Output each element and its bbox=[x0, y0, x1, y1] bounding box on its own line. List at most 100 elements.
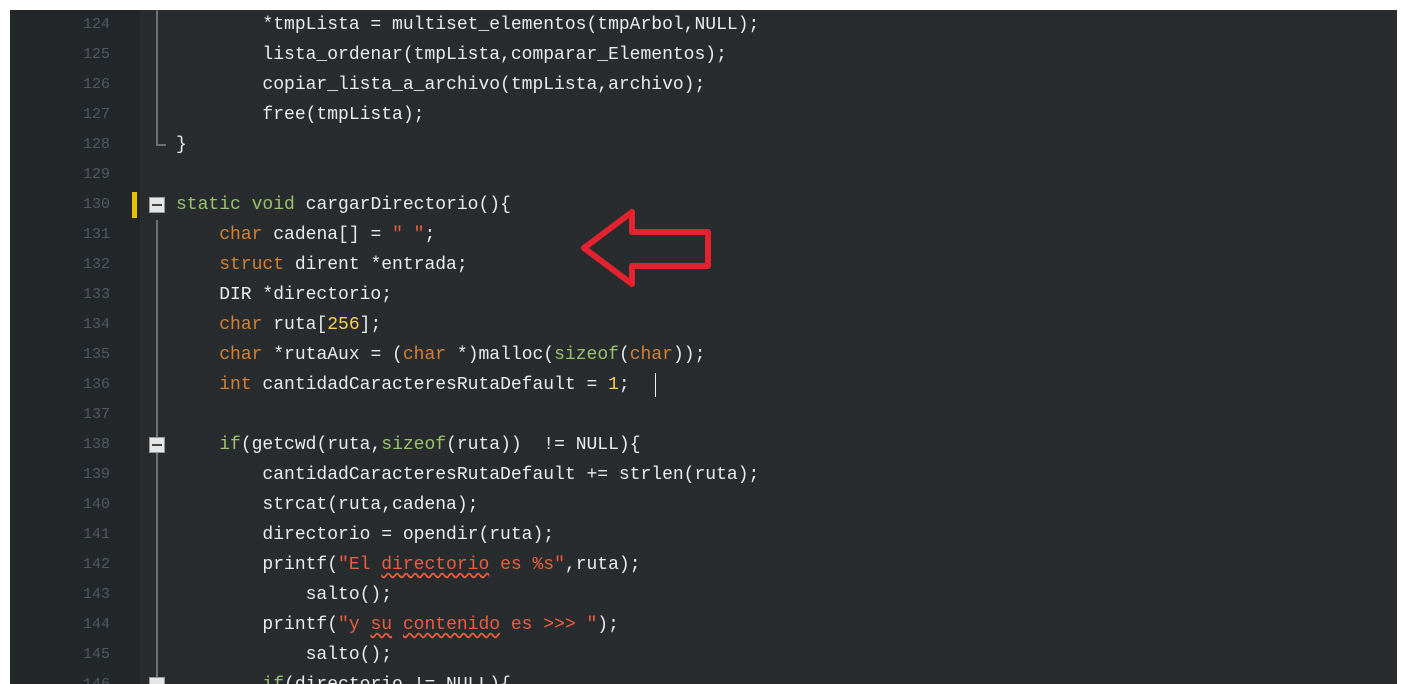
code-token: char bbox=[219, 315, 263, 335]
minus-square-icon[interactable] bbox=[149, 197, 165, 213]
code-token: sizeof bbox=[381, 435, 447, 455]
code-token: dirent *entrada; bbox=[284, 255, 468, 275]
line-number: 133 bbox=[82, 286, 110, 303]
code-token: ( bbox=[618, 345, 630, 365]
code-line[interactable]: 139 cantidadCaracteresRutaDefault += str… bbox=[10, 460, 1397, 490]
line-number: 135 bbox=[82, 346, 110, 363]
code-token: cadena[] = bbox=[262, 225, 393, 245]
code-line[interactable]: 145 salto(); bbox=[10, 640, 1397, 670]
code-line[interactable]: 135 char *rutaAux = (char *)malloc(sizeo… bbox=[10, 340, 1397, 370]
code-text[interactable]: char cadena[] = " "; bbox=[176, 220, 435, 250]
code-token: (getcwd(ruta, bbox=[240, 435, 382, 455]
code-token: directorio = opendir(ruta); bbox=[176, 525, 555, 545]
code-token: free(tmpLista); bbox=[176, 105, 425, 125]
code-line[interactable]: 146 if(directorio != NULL){ bbox=[10, 670, 1397, 684]
code-token: strcat(ruta,cadena); bbox=[176, 495, 479, 515]
code-token: " " bbox=[392, 225, 425, 245]
code-line[interactable]: 124 *tmpLista = multiset_elementos(tmpAr… bbox=[10, 10, 1397, 40]
code-line[interactable]: 140 strcat(ruta,cadena); bbox=[10, 490, 1397, 520]
code-token: "y bbox=[338, 615, 371, 635]
code-line[interactable]: 134 char ruta[256]; bbox=[10, 310, 1397, 340]
code-text[interactable]: *tmpLista = multiset_elementos(tmpArbol,… bbox=[176, 10, 759, 40]
code-text[interactable]: free(tmpLista); bbox=[176, 100, 424, 130]
code-token: ruta[ bbox=[262, 315, 328, 335]
line-number: 142 bbox=[82, 556, 110, 573]
code-text[interactable]: salto(); bbox=[176, 580, 392, 610]
code-token: char bbox=[219, 225, 263, 245]
code-line[interactable]: 127 free(tmpLista); bbox=[10, 100, 1397, 130]
line-number: 143 bbox=[82, 586, 110, 603]
code-line[interactable]: 138 if(getcwd(ruta,sizeof(ruta)) != NULL… bbox=[10, 430, 1397, 460]
code-token: DIR *directorio; bbox=[176, 285, 393, 305]
code-token: char bbox=[629, 345, 673, 365]
code-token: ); bbox=[597, 615, 619, 635]
code-line[interactable]: 125 lista_ordenar(tmpLista,comparar_Elem… bbox=[10, 40, 1397, 70]
code-token: cantidadCaracteresRutaDefault += strlen(… bbox=[176, 465, 760, 485]
line-number: 144 bbox=[82, 616, 110, 633]
code-token: contenido bbox=[402, 615, 501, 635]
code-editor[interactable]: 124 *tmpLista = multiset_elementos(tmpAr… bbox=[10, 10, 1397, 684]
code-text[interactable]: char *rutaAux = (char *)malloc(sizeof(ch… bbox=[176, 340, 705, 370]
line-number: 146 bbox=[10, 670, 110, 684]
code-text[interactable]: if(directorio != NULL){ bbox=[176, 670, 511, 684]
code-text[interactable]: printf("y su contenido es >>> "); bbox=[176, 610, 619, 640]
minus-square-icon[interactable] bbox=[149, 677, 165, 684]
line-number: 138 bbox=[82, 436, 110, 453]
code-line[interactable]: 128} bbox=[10, 130, 1397, 160]
line-number: 140 bbox=[82, 496, 110, 513]
code-text[interactable]: static void cargarDirectorio(){ bbox=[176, 190, 511, 220]
text-caret bbox=[655, 373, 656, 397]
code-token: copiar_lista_a_archivo(tmpLista,archivo)… bbox=[176, 75, 706, 95]
code-text[interactable]: lista_ordenar(tmpLista,comparar_Elemento… bbox=[176, 40, 727, 70]
code-text[interactable]: if(getcwd(ruta,sizeof(ruta)) != NULL){ bbox=[176, 430, 640, 460]
code-token: )); bbox=[672, 345, 706, 365]
line-number: 136 bbox=[82, 376, 110, 393]
fold-guide-end bbox=[156, 144, 166, 146]
code-token: cantidadCaracteresRutaDefault = bbox=[251, 375, 609, 395]
code-token: sizeof bbox=[554, 345, 619, 365]
code-line[interactable]: 126 copiar_lista_a_archivo(tmpLista,arch… bbox=[10, 70, 1397, 100]
code-line[interactable]: 143 salto(); bbox=[10, 580, 1397, 610]
code-token: ]; bbox=[359, 315, 382, 335]
code-text[interactable]: copiar_lista_a_archivo(tmpLista,archivo)… bbox=[176, 70, 705, 100]
code-text[interactable]: directorio = opendir(ruta); bbox=[176, 520, 554, 550]
code-text[interactable]: struct dirent *entrada; bbox=[176, 250, 468, 280]
code-token: if bbox=[262, 675, 284, 684]
code-text[interactable]: salto(); bbox=[176, 640, 392, 670]
code-line[interactable]: 144 printf("y su contenido es >>> "); bbox=[10, 610, 1397, 640]
code-token: 256 bbox=[327, 315, 360, 335]
code-token: (directorio != NULL){ bbox=[284, 675, 511, 684]
code-token: static bbox=[176, 195, 241, 215]
code-text[interactable]: strcat(ruta,cadena); bbox=[176, 490, 478, 520]
code-text[interactable]: DIR *directorio; bbox=[176, 280, 392, 310]
code-line[interactable]: 136 int cantidadCaracteresRutaDefault = … bbox=[10, 370, 1397, 400]
code-text[interactable]: } bbox=[176, 130, 187, 160]
line-number: 141 bbox=[82, 526, 110, 543]
code-text[interactable]: cantidadCaracteresRutaDefault += strlen(… bbox=[176, 460, 759, 490]
code-token: es >>> " bbox=[500, 615, 598, 635]
line-number: 145 bbox=[82, 646, 110, 663]
code-token: lista_ordenar(tmpLista,comparar_Elemento… bbox=[176, 45, 727, 65]
code-token: "El bbox=[338, 555, 382, 575]
code-line[interactable]: 129 bbox=[10, 160, 1397, 190]
code-token: ; bbox=[424, 225, 436, 245]
code-line[interactable]: 142 printf("El directorio es %s",ruta); bbox=[10, 550, 1397, 580]
line-number: 137 bbox=[82, 406, 110, 423]
code-text[interactable]: char ruta[256]; bbox=[176, 310, 381, 340]
line-number: 127 bbox=[82, 106, 110, 123]
code-token: printf( bbox=[176, 615, 339, 635]
minus-square-icon[interactable] bbox=[149, 437, 165, 453]
code-token: directorio bbox=[381, 555, 490, 575]
code-text[interactable]: int cantidadCaracteresRutaDefault = 1; bbox=[176, 370, 630, 400]
code-line[interactable]: 137 bbox=[10, 400, 1397, 430]
code-token: int bbox=[219, 375, 252, 395]
code-token: ,ruta); bbox=[564, 555, 641, 575]
line-number: 126 bbox=[82, 76, 110, 93]
code-line[interactable]: 141 directorio = opendir(ruta); bbox=[10, 520, 1397, 550]
code-text[interactable]: printf("El directorio es %s",ruta); bbox=[176, 550, 641, 580]
